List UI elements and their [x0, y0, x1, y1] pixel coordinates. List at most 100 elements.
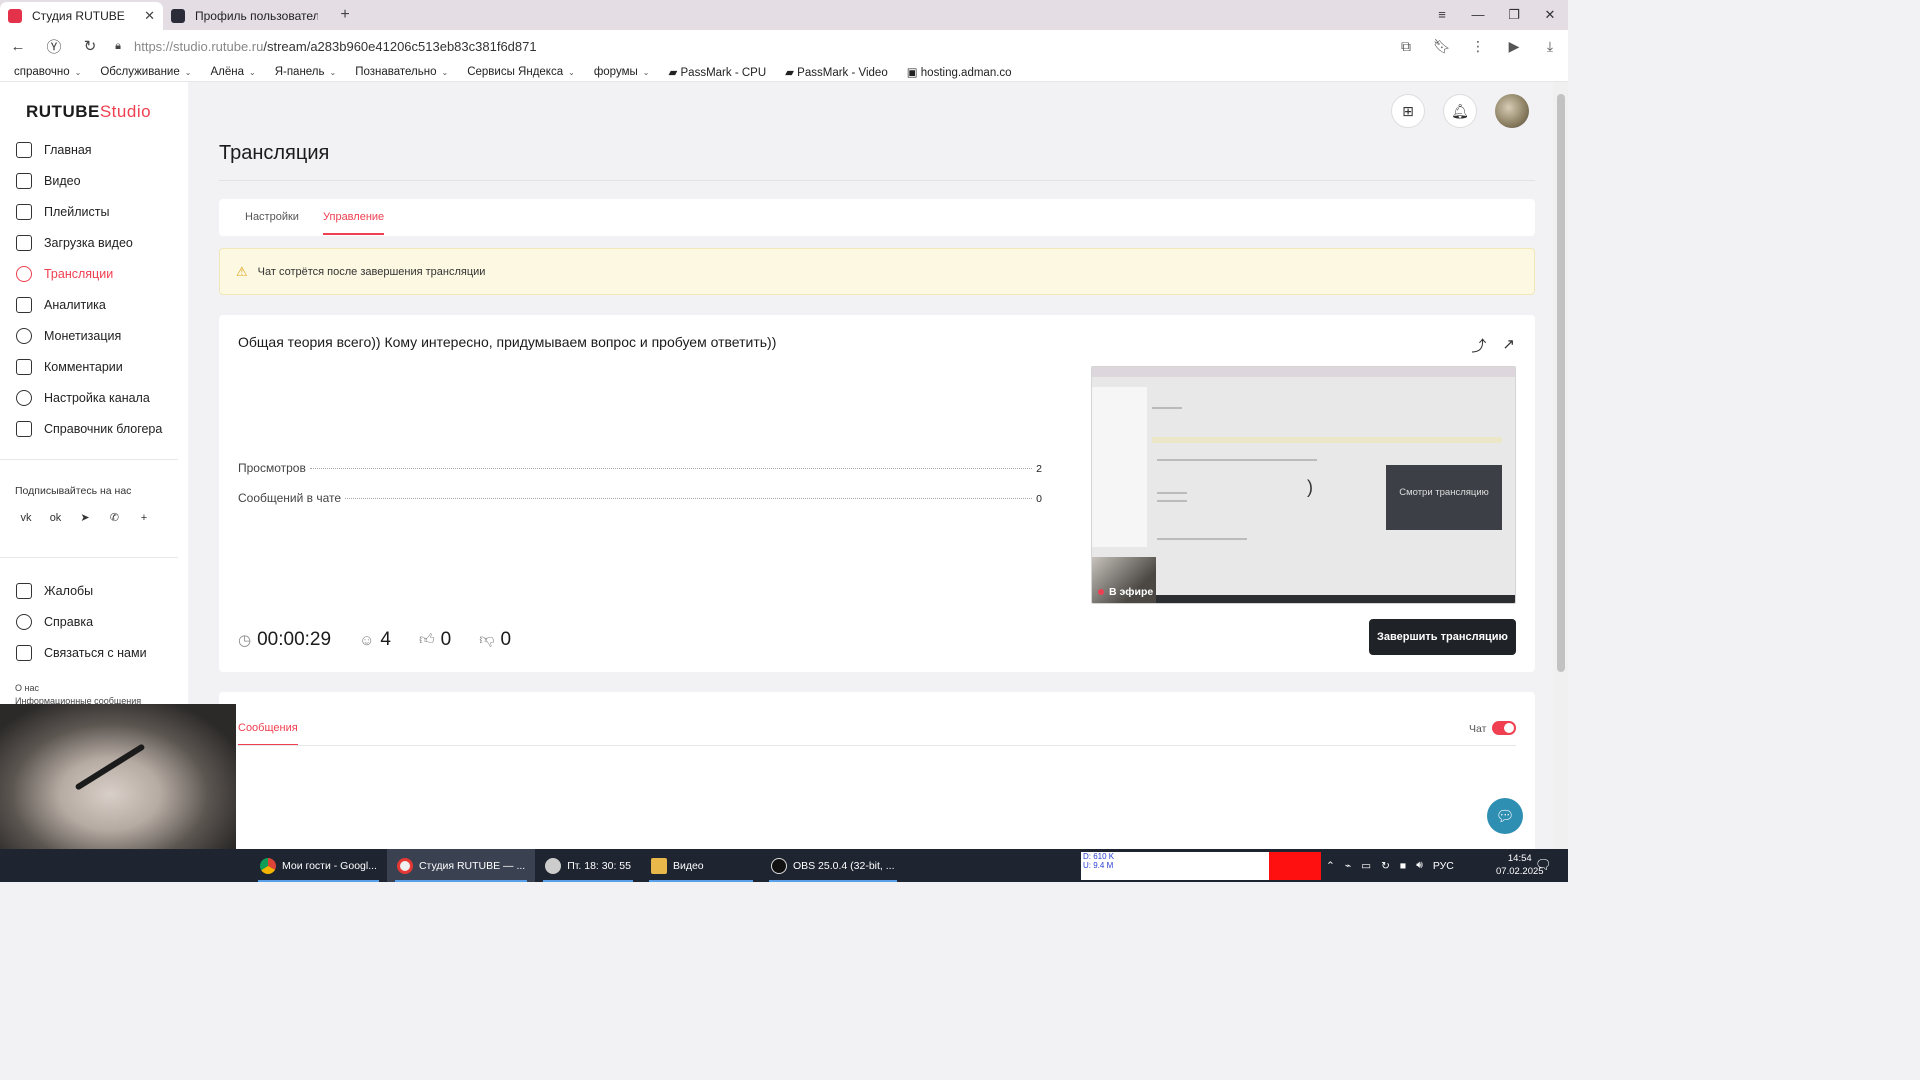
taskbar-item-video-folder[interactable]: Видео	[641, 849, 761, 882]
tab-settings[interactable]: Настройки	[245, 211, 299, 223]
viber-icon[interactable]: ✆	[104, 508, 126, 528]
reload-icon[interactable]: ↻	[72, 37, 108, 55]
sidebar-item-comments[interactable]: Комментарии	[16, 356, 123, 378]
close-window-icon[interactable]: ✕	[1532, 0, 1568, 30]
lock-icon[interactable]: 🔒︎	[108, 40, 128, 53]
sync-icon[interactable]: ↻	[1381, 860, 1390, 872]
sidebar-item-contact[interactable]: Связаться с нами	[16, 642, 147, 664]
vk-icon[interactable]: vk	[15, 508, 37, 528]
bookmark-link[interactable]: ▰ PassMark - Video	[785, 65, 888, 79]
browser-tab-profile[interactable]: Профиль пользователя К	[163, 2, 326, 30]
yandex-browser-icon	[396, 857, 413, 874]
duration-counter: ◷ 00:00:29	[238, 629, 332, 650]
flag-icon	[16, 583, 32, 599]
url-field[interactable]: https://studio.rutube.ru/stream/a283b960…	[128, 39, 1388, 54]
bookmark-folder[interactable]: Познавательно ⌄	[355, 66, 448, 78]
bookmark-link[interactable]: ▣ hosting.adman.co	[907, 65, 1012, 79]
share-icon[interactable]: ⤴	[1471, 335, 1486, 356]
loading-spinner-icon: )	[1307, 477, 1313, 497]
menu-icon[interactable]: ≡	[1424, 0, 1460, 30]
sidebar-item-analytics[interactable]: Аналитика	[16, 294, 106, 316]
stream-title: Общая теория всего)) Кому интересно, при…	[238, 334, 777, 350]
app-tray-icon[interactable]: ■	[1400, 860, 1406, 872]
question-icon	[16, 614, 32, 630]
net-up: U: 9.4 M	[1083, 861, 1114, 870]
stream-preview[interactable]: ) Смотри трансляцию В эфире	[1091, 366, 1516, 604]
tab-messages[interactable]: Сообщения	[238, 722, 298, 746]
create-button[interactable]: ⊞	[1391, 94, 1425, 128]
more-icon[interactable]: ⋮	[1460, 38, 1496, 55]
bookmark-link[interactable]: ▰ PassMark - CPU	[668, 65, 766, 79]
more-socials-icon[interactable]: +	[133, 508, 155, 528]
volume-icon[interactable]: 🔊︎	[1416, 859, 1423, 872]
sidebar-item-upload[interactable]: Загрузка видео	[16, 232, 133, 254]
notifications-button[interactable]: 🔔︎	[1443, 94, 1477, 128]
bookmark-folder[interactable]: Обслуживание ⌄	[100, 66, 191, 78]
about-link[interactable]: О нас	[15, 682, 141, 695]
support-chat-button[interactable]: 💬︎	[1487, 798, 1523, 834]
sidebar-item-playlists[interactable]: Плейлисты	[16, 201, 109, 223]
subscribe-title: Подписывайтесь на нас	[15, 485, 132, 497]
page-scrollbar[interactable]	[1553, 82, 1568, 849]
chat-bubbles-icon: 💬︎	[1495, 808, 1515, 825]
bookmark-folder[interactable]: справочно ⌄	[14, 66, 81, 78]
taskbar-item-obs[interactable]: OBS 25.0.4 (32-bit, ...	[761, 849, 905, 882]
bookmark-folder[interactable]: Сервисы Яндекса ⌄	[467, 66, 575, 78]
page-title: Трансляция	[219, 142, 330, 164]
sidebar-item-monetization[interactable]: Монетизация	[16, 325, 121, 347]
tabs-counter-icon[interactable]: ⧉	[1388, 38, 1424, 55]
coin-icon	[16, 328, 32, 344]
download-icon[interactable]: ⤓	[1532, 38, 1568, 55]
close-tab-icon[interactable]: ✕	[144, 8, 155, 24]
gear-icon	[16, 390, 32, 406]
bookmarks-bar: справочно ⌄ Обслуживание ⌄ Алёна ⌄ Я-панель…	[0, 62, 1568, 82]
sidebar-item-help[interactable]: Справка	[16, 611, 93, 633]
page-tabs: Настройки Управление	[219, 199, 1535, 236]
live-badge: В эфире	[1098, 586, 1153, 598]
ok-icon[interactable]: ok	[45, 508, 67, 528]
taskbar-item-yandex[interactable]: Студия RUTUBE — ...	[386, 849, 536, 882]
sidebar-item-complaints[interactable]: Жалобы	[16, 580, 93, 602]
new-tab-button[interactable]: +	[334, 4, 356, 26]
media-icon[interactable]: ▶	[1496, 38, 1532, 55]
rutube-favicon-icon	[171, 9, 185, 23]
end-stream-button[interactable]: Завершить трансляцию	[1369, 619, 1516, 655]
thumbs-down-icon: 👎︎	[479, 631, 495, 648]
browser-tab-rutube-studio[interactable]: Студия RUTUBE ✕	[0, 2, 163, 30]
rutube-studio-logo[interactable]: RUTUBEStudio	[26, 102, 151, 122]
sidebar-item-blogger-guide[interactable]: Справочник блогера	[16, 418, 162, 440]
scrollbar-thumb[interactable]	[1557, 94, 1565, 672]
address-bar: ← Ⓨ ↻ 🔒︎ https://studio.rutube.ru/stream…	[0, 30, 1568, 62]
bookmark-icon[interactable]: 🔖︎	[1424, 38, 1460, 55]
display-icon[interactable]: ▭	[1361, 860, 1371, 872]
info-icon	[16, 421, 32, 437]
obs-icon	[770, 857, 787, 874]
language-indicator[interactable]: РУС	[1433, 860, 1454, 872]
external-link-icon[interactable]: ↗	[1502, 335, 1515, 356]
minimize-icon[interactable]: —	[1460, 0, 1496, 30]
notifications-icon[interactable]: 🗨︎	[1535, 857, 1552, 873]
back-icon[interactable]: ←	[0, 38, 36, 55]
upload-icon	[16, 235, 32, 251]
sidebar-item-home[interactable]: Главная	[16, 139, 92, 161]
telegram-icon[interactable]: ➤	[74, 508, 96, 528]
taskbar-item-clock-app[interactable]: Пт. 18: 30: 55	[535, 849, 641, 882]
avatar[interactable]	[1495, 94, 1529, 128]
bookmark-folder[interactable]: Я-панель ⌄	[275, 66, 337, 78]
network-icon[interactable]: ⌁	[1345, 860, 1351, 872]
app-icon	[545, 857, 562, 874]
sidebar-item-channel-settings[interactable]: Настройка канала	[16, 387, 150, 409]
restore-icon[interactable]: ❐	[1496, 0, 1532, 30]
preview-overlay: Смотри трансляцию	[1386, 465, 1502, 530]
chevron-up-icon[interactable]: ⌃	[1326, 860, 1335, 872]
system-tray: ⌃ ⌁ ▭ ↻ ■ 🔊︎ РУС	[1326, 849, 1464, 882]
chat-toggle[interactable]	[1492, 721, 1516, 735]
taskbar-item-chrome[interactable]: Мои гости - Googl...	[250, 849, 387, 882]
bookmark-folder[interactable]: форумы ⌄	[594, 66, 650, 78]
sidebar-item-videos[interactable]: Видео	[16, 170, 81, 192]
header-actions: ⊞ 🔔︎	[1373, 94, 1529, 128]
tab-management[interactable]: Управление	[323, 211, 385, 235]
yandex-icon[interactable]: Ⓨ	[36, 36, 72, 57]
bookmark-folder[interactable]: Алёна ⌄	[210, 66, 255, 78]
sidebar-item-streams[interactable]: Трансляции	[16, 263, 113, 285]
